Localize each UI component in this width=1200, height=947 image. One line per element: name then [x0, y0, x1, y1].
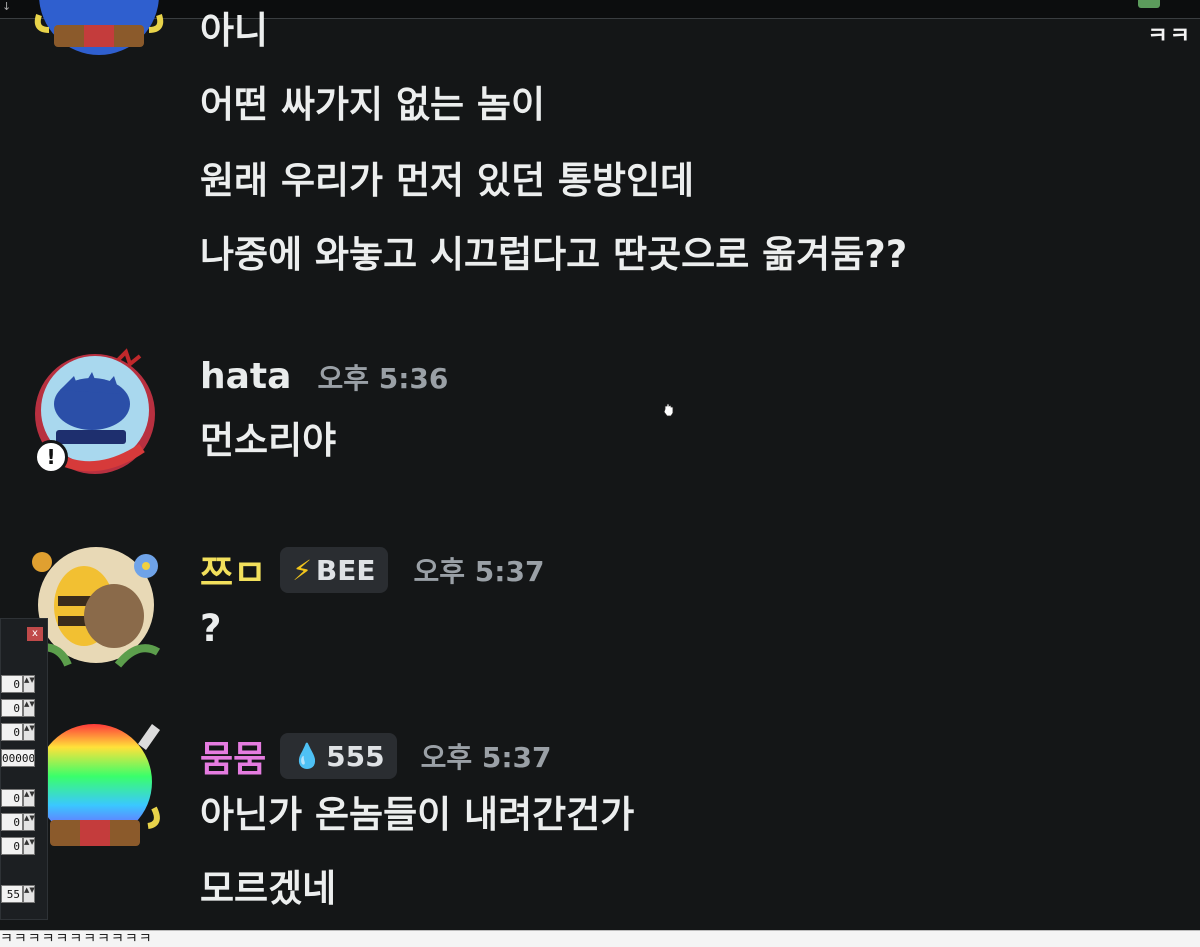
- message-header: 뭄뭄 💧 555 오후 5:37: [200, 730, 552, 782]
- username[interactable]: 쯔ㅁ: [200, 544, 266, 596]
- message-text: 나중에 와놓고 시끄럽다고 딴곳으로 옮겨둠??: [200, 233, 908, 276]
- spinner-arrows-icon[interactable]: ▲▼: [23, 789, 35, 807]
- role-badge[interactable]: 💧 555: [280, 733, 397, 779]
- numeric-field[interactable]: 0 ▲▼: [1, 813, 37, 833]
- hand-cursor-icon: [663, 403, 674, 417]
- bottom-ticker: ㅋㅋㅋㅋㅋㅋㅋㅋㅋㅋㅋ: [0, 930, 1200, 947]
- numeric-field[interactable]: 00000: [1, 749, 37, 769]
- message-text: 아니: [200, 9, 269, 52]
- spinner-arrows-icon[interactable]: ▲▼: [23, 723, 35, 741]
- spinner-arrows-icon[interactable]: ▲▼: [23, 885, 35, 903]
- avatar-status-badge: !: [34, 440, 68, 474]
- avatar[interactable]: !: [30, 348, 160, 482]
- message-text: ?: [200, 607, 222, 650]
- close-icon[interactable]: x: [27, 627, 43, 641]
- settings-panel: x 0 ▲▼ 0 ▲▼ 0 ▲▼ 00000 0 ▲▼ 0 ▲▼ 0 ▲▼ 55 ▲▼: [0, 618, 48, 920]
- spinner-arrows-icon[interactable]: ▲▼: [23, 837, 35, 855]
- role-badge-label: 555: [326, 739, 385, 773]
- message-text: 원래 우리가 먼저 있던 통방인데: [200, 159, 695, 202]
- numeric-field[interactable]: 0 ▲▼: [1, 789, 37, 809]
- spinner-arrows-icon[interactable]: ▲▼: [23, 699, 35, 717]
- message-text: 먼소리야: [200, 419, 337, 462]
- role-badge[interactable]: ⚡ BEE: [280, 547, 388, 593]
- ticker-text: ㅋㅋㅋㅋㅋㅋㅋㅋㅋㅋㅋ: [0, 931, 153, 947]
- message-header: hata 오후 5:36: [200, 356, 448, 397]
- numeric-field[interactable]: 0 ▲▼: [1, 699, 37, 719]
- username[interactable]: hata: [200, 356, 291, 397]
- chat-log: 아니 어떤 싸가지 없는 놈이 원래 우리가 먼저 있던 통방인데 나중에 와놓…: [0, 0, 1200, 946]
- spinner-arrows-icon[interactable]: ▲▼: [23, 813, 35, 831]
- timestamp: 오후 5:36: [317, 361, 449, 395]
- role-badge-label: BEE: [315, 553, 376, 587]
- message-header: 쯔ㅁ ⚡ BEE 오후 5:37: [200, 544, 544, 596]
- numeric-field[interactable]: 0 ▲▼: [1, 675, 37, 695]
- numeric-field[interactable]: 0 ▲▼: [1, 837, 37, 857]
- droplet-icon: 💧: [292, 742, 323, 770]
- username[interactable]: 뭄뭄: [200, 730, 266, 782]
- timestamp: 오후 5:37: [413, 555, 545, 588]
- avatar[interactable]: [32, 724, 164, 854]
- avatar[interactable]: [34, 0, 164, 60]
- spinner-arrows-icon[interactable]: ▲▼: [23, 675, 35, 693]
- message-text: 아닌가 온놈들이 내려간건가: [200, 793, 635, 836]
- message-text: 모르겠네: [200, 867, 337, 910]
- lightning-icon: ⚡: [292, 553, 312, 587]
- message-text: 어떤 싸가지 없는 놈이: [200, 83, 546, 126]
- numeric-field[interactable]: 55 ▲▼: [1, 885, 37, 905]
- numeric-field[interactable]: 0 ▲▼: [1, 723, 37, 743]
- timestamp: 오후 5:37: [420, 741, 552, 774]
